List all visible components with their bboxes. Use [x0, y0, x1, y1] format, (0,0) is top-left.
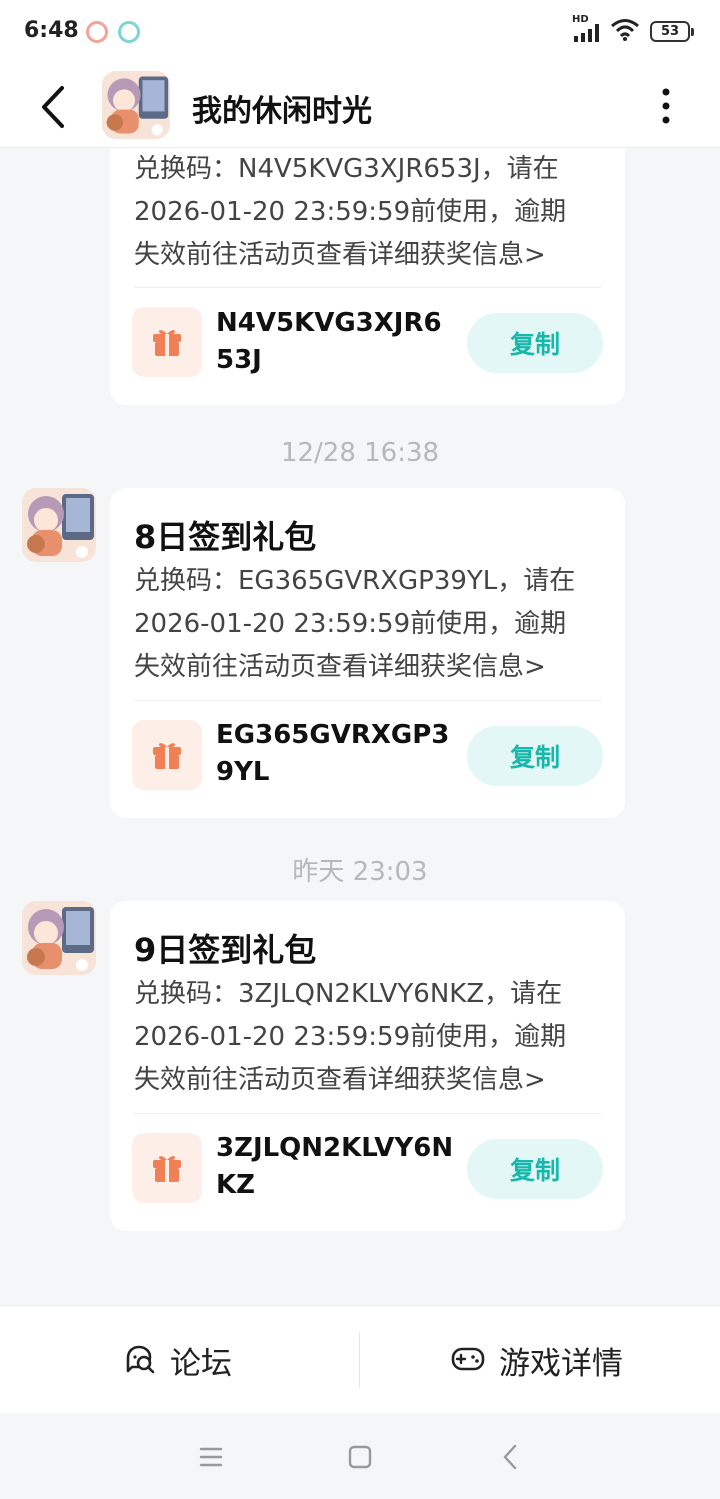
- game-detail-label: 游戏详情: [499, 1345, 623, 1382]
- gift-icon-box: [132, 1133, 202, 1203]
- signal-icon: [574, 24, 599, 42]
- copy-button[interactable]: 复制: [467, 313, 603, 373]
- game-avatar-icon: [22, 488, 96, 562]
- forum-icon: [126, 1345, 155, 1374]
- menu-icon: [199, 1447, 223, 1467]
- divider: [134, 700, 601, 701]
- gift-icon: [153, 743, 181, 769]
- message-body[interactable]: 兑换码：EG365GVRXGP39YL，请在 2026-01-20 23:59:…: [134, 560, 604, 689]
- gamepad-icon: [451, 1347, 485, 1371]
- gift-code: 3ZJLQN2KLVY6NKZ: [216, 1133, 454, 1200]
- back-button[interactable]: [30, 82, 80, 132]
- message-time: 12/28 16:38: [280, 438, 440, 468]
- battery-icon: 53: [650, 21, 694, 42]
- copy-button[interactable]: 复制: [467, 726, 603, 786]
- message-title: 8日签到礼包: [134, 518, 317, 556]
- gift-icon-box: [132, 307, 202, 377]
- divider: [134, 1113, 601, 1114]
- wifi-icon: [611, 19, 639, 41]
- bottom-action-bar: 论坛 游戏详情: [0, 1305, 720, 1413]
- gift-icon: [153, 330, 181, 356]
- gift-icon: [153, 1156, 181, 1182]
- avatar[interactable]: [22, 901, 96, 975]
- message-card: 8日签到礼包 兑换码：EG365GVRXGP39YL，请在 2026-01-20…: [110, 488, 625, 818]
- forum-tab[interactable]: 论坛: [124, 1306, 232, 1414]
- tab-divider: [359, 1332, 360, 1388]
- divider: [134, 287, 601, 288]
- game-avatar-icon: [102, 71, 170, 139]
- notification-icon: [86, 21, 108, 43]
- status-bar: 6:48 HD 53: [0, 0, 720, 64]
- system-nav-bar: [0, 1413, 720, 1499]
- game-detail-tab[interactable]: 游戏详情: [451, 1306, 623, 1414]
- more-button[interactable]: [646, 84, 686, 128]
- gift-code: EG365GVRXGP39YL: [216, 720, 450, 787]
- notification-icon: [118, 21, 140, 43]
- back-arrow-icon: [42, 86, 64, 128]
- message-body[interactable]: 兑换码：N4V5KVG3XJR653J，请在 2026-01-20 23:59:…: [134, 148, 604, 277]
- more-vertical-icon: [662, 88, 670, 124]
- message-body[interactable]: 兑换码：3ZJLQN2KLVY6NKZ，请在 2026-01-20 23:59:…: [134, 973, 604, 1102]
- copy-button[interactable]: 复制: [467, 1139, 603, 1199]
- menu-button[interactable]: [191, 1437, 231, 1477]
- forum-label: 论坛: [170, 1345, 232, 1382]
- app-header: 我的休闲时光: [0, 64, 720, 148]
- message-card: 兑换码：N4V5KVG3XJR653J，请在 2026-01-20 23:59:…: [110, 110, 625, 405]
- page-title: 我的休闲时光: [192, 94, 372, 129]
- message-title: 9日签到礼包: [134, 931, 317, 969]
- game-avatar-icon: [22, 901, 96, 975]
- back-icon: [503, 1444, 517, 1470]
- avatar[interactable]: [22, 488, 96, 562]
- home-icon: [348, 1445, 372, 1469]
- gift-icon-box: [132, 720, 202, 790]
- gift-code: N4V5KVG3XJR653J: [216, 308, 442, 375]
- nav-back-button[interactable]: [491, 1437, 531, 1477]
- battery-level: 53: [660, 24, 680, 39]
- home-button[interactable]: [340, 1437, 380, 1477]
- header-avatar[interactable]: [102, 71, 170, 139]
- message-time: 昨天 23:03: [292, 857, 428, 887]
- message-card: 9日签到礼包 兑换码：3ZJLQN2KLVY6NKZ，请在 2026-01-20…: [110, 901, 625, 1231]
- status-time: 6:48: [24, 18, 79, 43]
